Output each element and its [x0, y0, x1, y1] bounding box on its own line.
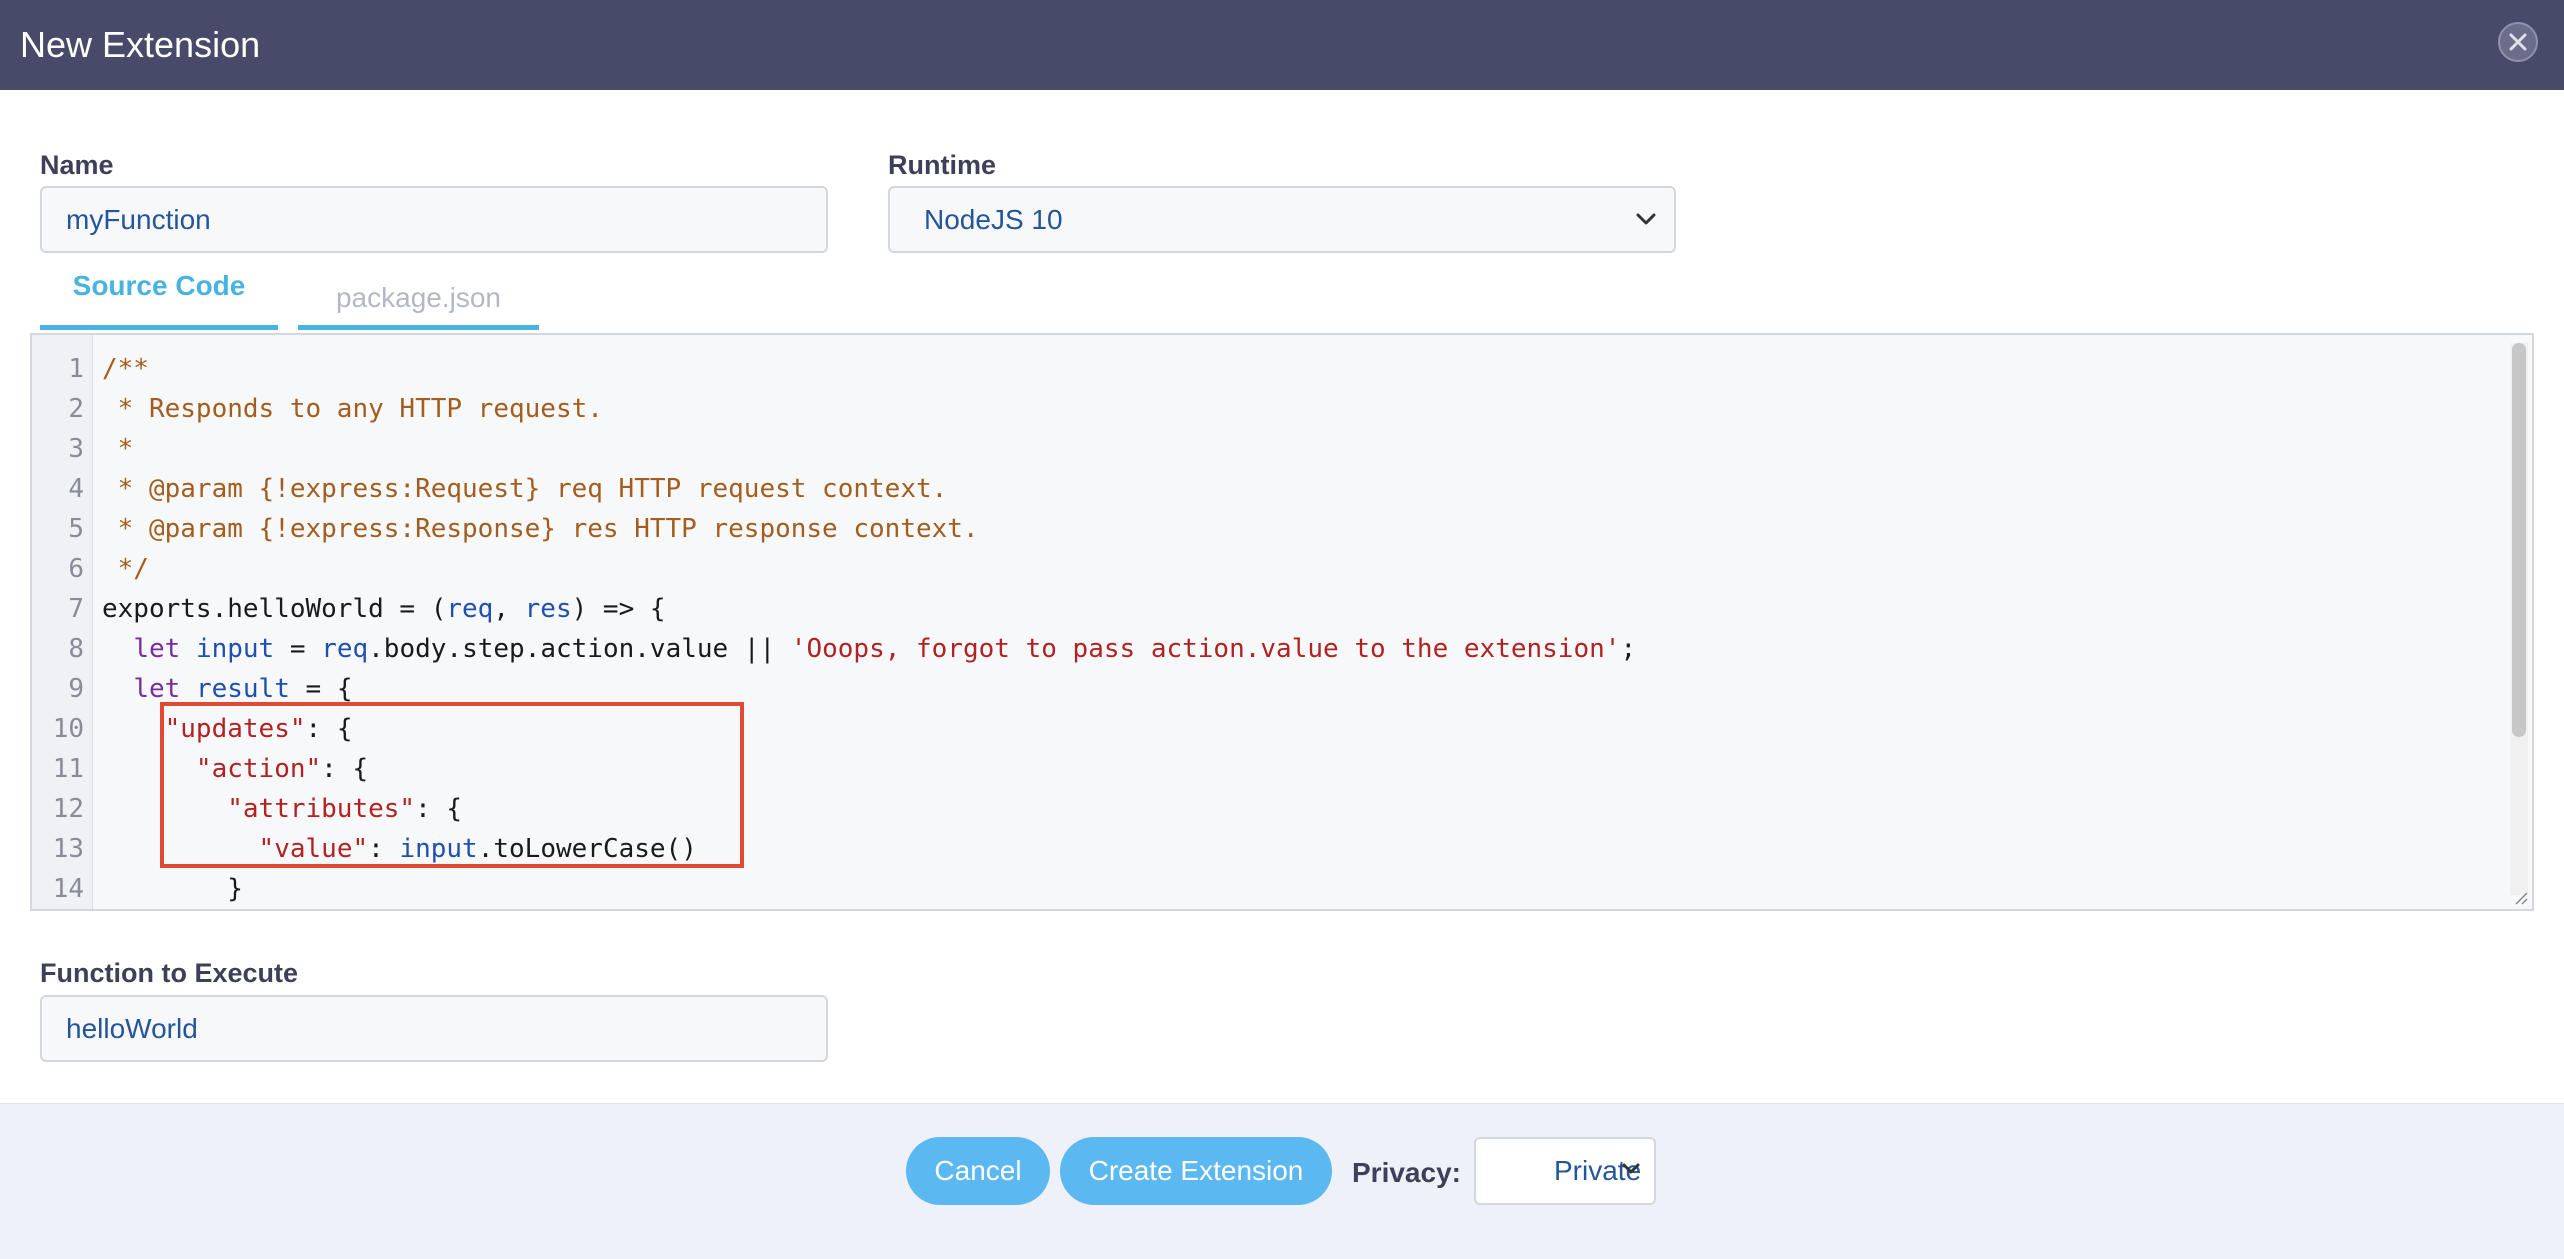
code-token: "updates" [164, 714, 306, 744]
line-number: 2 [68, 394, 84, 424]
code-text: } [102, 869, 243, 909]
cancel-button[interactable]: Cancel [906, 1137, 1050, 1205]
code-token: .toLowerCase() [477, 834, 697, 864]
code-token: , [493, 594, 525, 624]
editor-scrollbar-thumb[interactable] [2512, 343, 2526, 737]
code-token: "action" [195, 754, 322, 784]
new-extension-dialog: New Extension Name myFunction Runtime No… [0, 0, 2564, 1259]
code-text: "updates": { [102, 709, 353, 749]
code-token: "value" [258, 834, 369, 864]
code-token: .body.step.action.value || [368, 634, 791, 664]
code-token: : { [415, 794, 463, 824]
code-token: 'Ooops, forgot to pass action.value to t… [790, 634, 1621, 664]
runtime-select[interactable]: NodeJS 10 [888, 186, 1676, 253]
code-text: "attributes": { [102, 789, 462, 829]
code-token: req [321, 634, 369, 664]
code-token: let [133, 674, 181, 704]
line-number: 3 [68, 434, 84, 464]
resize-handle-icon[interactable] [2512, 889, 2528, 905]
code-token: } [102, 874, 243, 904]
function-label: Function to Execute [40, 958, 299, 988]
code-text: /** [102, 349, 149, 389]
name-input[interactable]: myFunction [40, 186, 828, 253]
code-token: * @param {!express:Request} req HTTP req… [102, 474, 948, 504]
code-text: "action": { [102, 749, 368, 789]
code-token: res [524, 594, 572, 624]
name-input-value: myFunction [66, 203, 211, 235]
line-number: 8 [68, 634, 84, 664]
tab-source-code-underline [40, 325, 278, 330]
code-token: req [446, 594, 494, 624]
code-token: ; [1620, 634, 1637, 664]
dialog-title: New Extension [20, 24, 261, 65]
name-label: Name [40, 150, 114, 180]
close-button[interactable] [2498, 22, 2538, 62]
code-text: * Responds to any HTTP request. [102, 389, 603, 429]
tab-package-json-underline [298, 325, 539, 330]
code-token: : [368, 834, 400, 864]
privacy-select[interactable]: Private [1474, 1137, 1656, 1205]
runtime-label: Runtime [888, 150, 996, 180]
tab-source-code-label: Source Code [72, 270, 246, 301]
line-number: 5 [68, 514, 84, 544]
create-extension-button[interactable]: Create Extension [1060, 1137, 1332, 1205]
runtime-select-value: NodeJS 10 [924, 203, 1063, 235]
function-input-value: helloWorld [66, 1012, 198, 1044]
code-text: let result = { [102, 669, 352, 709]
code-text: * @param {!express:Response} res HTTP re… [102, 509, 979, 549]
code-token: ) => { [571, 594, 666, 624]
code-token: = { [289, 674, 353, 704]
code-token: : { [321, 754, 369, 784]
line-number: 13 [52, 834, 84, 864]
line-number: 14 [52, 874, 84, 904]
code-text: "value": input.toLowerCase() [102, 829, 697, 869]
code-token: input [195, 634, 275, 664]
code-text: let input = req.body.step.action.value |… [102, 629, 1636, 669]
code-text: * @param {!express:Request} req HTTP req… [102, 469, 948, 509]
tab-package-json-label: package.json [335, 282, 501, 313]
line-number: 9 [68, 674, 84, 704]
line-number: 7 [68, 594, 84, 624]
line-number: 1 [68, 354, 84, 384]
code-text: exports.helloWorld = (req, res) => { [102, 589, 666, 629]
code-token: * Responds to any HTTP request. [102, 394, 603, 424]
code-token: exports.helloWorld = ( [102, 594, 447, 624]
function-input[interactable]: helloWorld [40, 995, 828, 1062]
dialog-titlebar: New Extension [0, 0, 2564, 90]
tab-source-code[interactable]: Source Code [40, 270, 278, 330]
code-token: "attributes" [227, 794, 416, 824]
line-number: 6 [68, 554, 84, 584]
line-number: 11 [52, 754, 84, 784]
code-token: = [274, 634, 322, 664]
code-editor[interactable]: 1 /** 2 * Responds to any HTTP request. 3 *… [30, 333, 2534, 911]
code-token: * @param {!express:Response} res HTTP re… [102, 514, 979, 544]
tab-package-json[interactable]: package.json [298, 270, 539, 330]
close-icon [2509, 33, 2527, 51]
code-text: * [102, 429, 134, 469]
code-token: result [195, 674, 290, 704]
line-number: 10 [52, 714, 84, 744]
code-token: : { [305, 714, 353, 744]
code-token: input [399, 834, 478, 864]
chevron-down-icon [1622, 1163, 1640, 1174]
code-token: * [102, 434, 134, 464]
line-number: 12 [52, 794, 84, 824]
code-token: let [133, 634, 181, 664]
code-token: /** [102, 354, 149, 384]
chevron-down-icon [1636, 213, 1656, 225]
code-text: */ [102, 549, 149, 589]
code-token: */ [102, 554, 149, 584]
line-number: 4 [68, 474, 84, 504]
privacy-label: Privacy: [1352, 1157, 1461, 1188]
